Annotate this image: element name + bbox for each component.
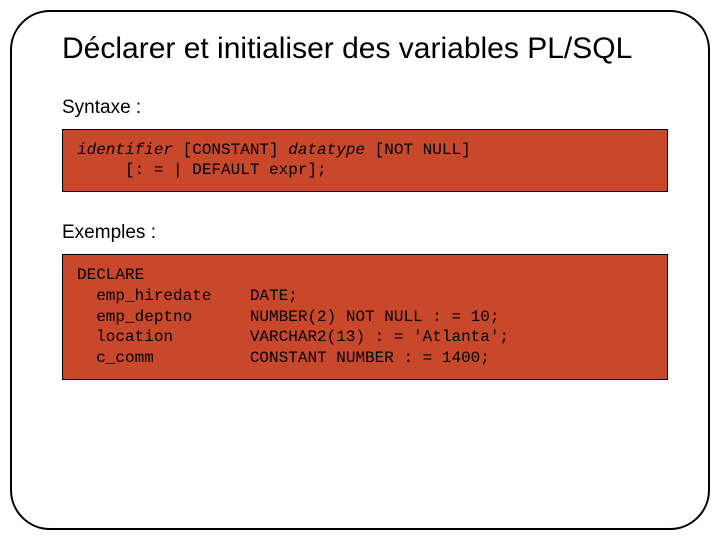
code-default-line: [: = | DEFAULT expr];	[77, 161, 327, 179]
code-constant: [CONSTANT]	[173, 141, 288, 159]
syntax-codebox: identifier [CONSTANT] datatype [NOT NULL…	[62, 129, 668, 193]
code-identifier: identifier	[77, 141, 173, 159]
examples-label: Exemples :	[62, 222, 668, 244]
code-datatype: datatype	[288, 141, 365, 159]
code-notnull: [NOT NULL]	[365, 141, 471, 159]
slide-frame: Déclarer et initialiser des variables PL…	[10, 10, 710, 530]
page-title: Déclarer et initialiser des variables PL…	[62, 32, 668, 67]
examples-codebox: DECLARE emp_hiredate DATE; emp_deptno NU…	[62, 254, 668, 380]
syntax-label: Syntaxe :	[62, 97, 668, 119]
